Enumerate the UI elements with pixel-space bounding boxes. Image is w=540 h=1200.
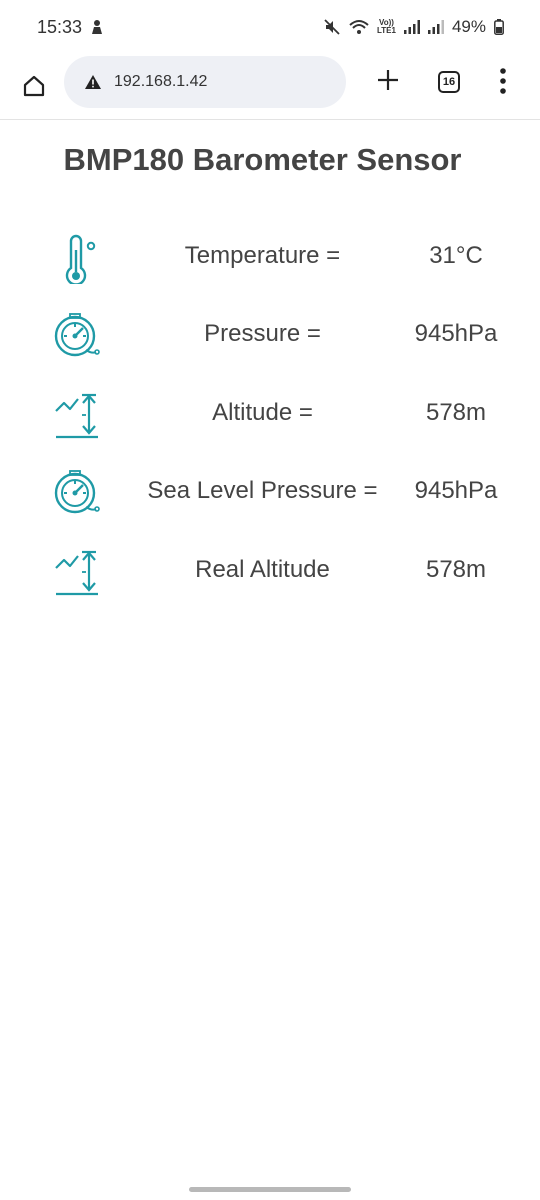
thermometer-icon [52,234,102,286]
tab-switcher-button[interactable]: 16 [438,71,460,93]
reading-label: Temperature = [184,242,341,269]
status-time: 15:33 [37,16,83,37]
signal-icon-2 [427,20,444,34]
address-bar[interactable]: 192.168.1.42 [64,56,346,108]
reading-label: Real Altitude [195,556,330,583]
reading-value: 31°C [429,242,483,269]
reading-row-sea-level-pressure: Sea Level Pressure = 945hPa [0,461,540,521]
reading-value: 945hPa [414,477,498,504]
signal-icon [403,20,420,34]
reading-value: 578m [425,556,487,583]
altitude-icon [52,391,102,441]
volte-indicator: Vo)) LTE1 [377,19,396,35]
wifi-icon [349,19,369,35]
reading-row-altitude: Altitude = 578m [0,383,540,443]
notification-icon [90,19,104,35]
home-button[interactable] [16,68,52,104]
altitude-icon [52,548,102,598]
new-tab-button[interactable] [372,64,404,96]
reading-value: 945hPa [414,320,498,347]
overflow-menu-button[interactable] [493,66,513,96]
status-left: 15:33 [37,17,104,38]
reading-label: Altitude = [212,399,313,426]
battery-percent: 49% [451,17,486,36]
browser-toolbar: 192.168.1.42 16 [0,54,540,120]
volte-bottom: LTE1 [377,26,396,35]
home-icon [23,75,45,97]
pressure-gauge-icon [52,469,102,519]
not-secure-warning-icon [85,75,101,89]
pressure-gauge-icon [52,312,102,362]
battery-icon [494,19,504,35]
status-bar: 15:33 Vo)) LTE1 49% [0,0,540,54]
page-title: BMP180 Barometer Sensor [63,142,462,177]
more-vert-icon [500,68,506,94]
reading-row-pressure: Pressure = 945hPa [0,304,540,364]
reading-label: Sea Level Pressure = [147,477,378,504]
status-right: Vo)) LTE1 49% [323,17,504,37]
url-text: 192.168.1.42 [114,73,208,90]
reading-value: 578m [425,399,487,426]
reading-label: Pressure = [204,320,321,347]
mute-icon [323,18,341,36]
plus-icon [378,70,398,90]
gesture-nav-handle[interactable] [189,1187,351,1192]
reading-row-real-altitude: Real Altitude 578m [0,540,540,600]
reading-row-temperature: Temperature = 31°C [0,226,540,286]
